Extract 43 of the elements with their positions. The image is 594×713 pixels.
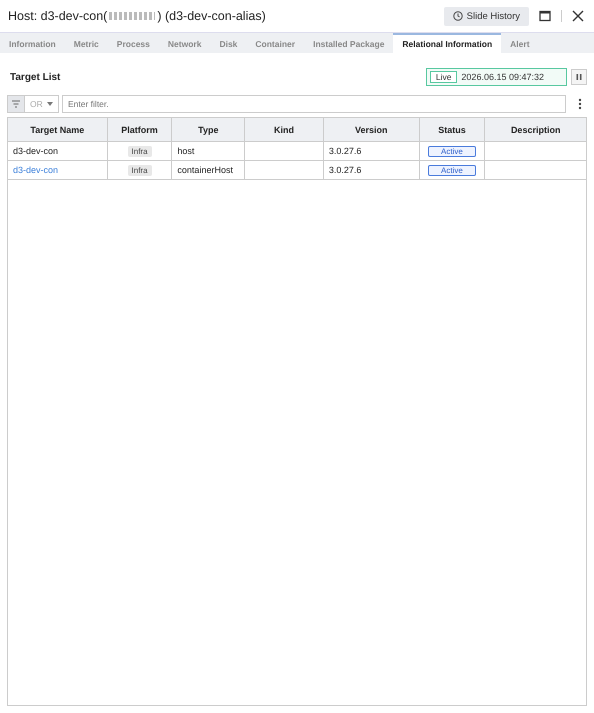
tab[interactable]: Relational Information (393, 33, 502, 53)
status-tag: Active (428, 164, 476, 176)
column-header[interactable]: Kind (245, 118, 324, 141)
maximize-icon[interactable] (537, 8, 553, 24)
operator-dropdown[interactable]: OR (25, 95, 59, 113)
table-cell: host (172, 142, 246, 160)
live-badge: Live (430, 71, 458, 83)
column-header[interactable]: Version (324, 118, 420, 141)
redacted-text-mark (109, 12, 156, 20)
section-title: Target List (10, 72, 60, 82)
clock-icon (452, 11, 463, 21)
status-tag: Active (428, 146, 476, 156)
close-icon[interactable] (570, 8, 586, 24)
column-header[interactable]: Platform (108, 118, 172, 141)
tab[interactable]: Alert (501, 33, 539, 53)
tab[interactable]: Metric (64, 33, 108, 53)
table-cell: 3.0.27.6 (324, 142, 420, 160)
target-link[interactable]: d3-dev-con (13, 165, 58, 175)
target-name: d3-dev-con (13, 146, 58, 156)
column-header[interactable]: Description (485, 118, 586, 141)
tab[interactable]: Process (108, 33, 159, 53)
pause-icon (575, 73, 583, 81)
window-title: Host: d3-dev-con( ) (d3-dev-con-alias) (8, 9, 266, 23)
platform-tag: Infra (128, 164, 152, 176)
table-cell: containerHost (172, 161, 246, 179)
tab[interactable]: Disk (210, 33, 246, 53)
filter-button[interactable] (7, 95, 25, 113)
column-header[interactable]: Target Name (8, 118, 108, 141)
filter-icon (11, 100, 21, 108)
pause-button[interactable] (571, 69, 587, 85)
tab[interactable]: Container (246, 33, 304, 53)
table-cell: 3.0.27.6 (324, 161, 420, 179)
tab[interactable]: Network (158, 33, 210, 53)
tab[interactable]: Information (0, 33, 65, 53)
caret-icon (47, 102, 53, 106)
column-header[interactable]: Type (172, 118, 246, 141)
column-header[interactable]: Status (420, 118, 486, 141)
table-cell[interactable]: d3-dev-con (8, 161, 108, 179)
filter-input[interactable]: Enter filter. (62, 95, 566, 113)
tab[interactable]: Installed Package (304, 33, 394, 53)
platform-tag: Infra (128, 146, 152, 156)
slide-history-button[interactable]: Slide History (444, 6, 529, 26)
timestamp: 2026.06.15 09:47:32 (461, 72, 544, 82)
